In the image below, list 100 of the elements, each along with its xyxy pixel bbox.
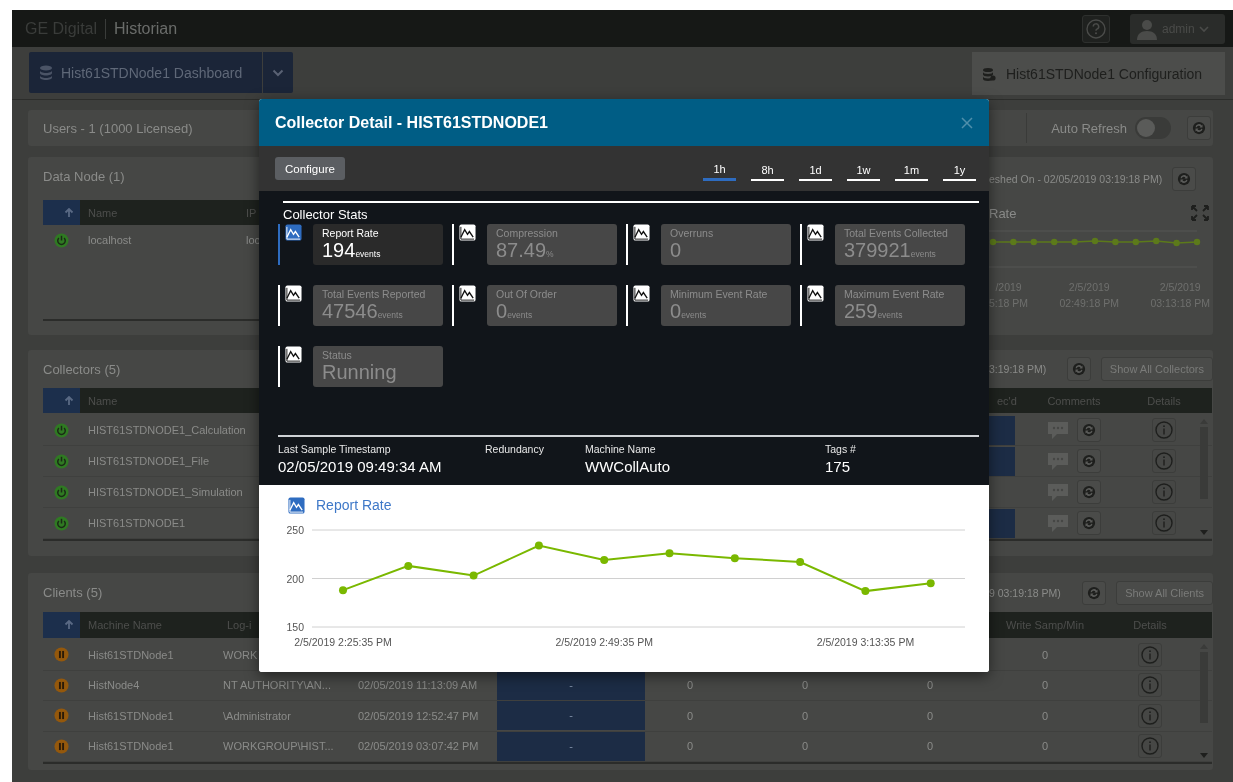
- pause-icon: [54, 738, 69, 754]
- chart-icon[interactable]: [285, 224, 302, 241]
- stat-card[interactable]: Total Events Collected 379921events: [835, 224, 965, 265]
- refresh-button[interactable]: [1077, 418, 1101, 442]
- table-cell-text: Hist61STDNode1: [87, 740, 174, 753]
- scrollbar[interactable]: [1198, 644, 1210, 758]
- stat-card[interactable]: Report Rate 194events: [313, 224, 443, 265]
- time-range-tab[interactable]: 1h: [703, 156, 736, 181]
- chart-icon[interactable]: [807, 285, 824, 302]
- chart-icon[interactable]: [285, 285, 302, 302]
- axis-label: 2/5/2019 2:49:35 PM: [555, 636, 653, 648]
- chart-icon[interactable]: [459, 285, 476, 302]
- time-range-tab[interactable]: 1m: [895, 156, 928, 181]
- sort-button[interactable]: [43, 612, 80, 638]
- scroll-down-icon[interactable]: [1200, 530, 1208, 535]
- power-icon: [54, 422, 69, 438]
- chart-icon[interactable]: [807, 224, 824, 241]
- stat-card[interactable]: Out Of Order 0events: [487, 285, 617, 326]
- dialog-title: Collector Detail - HIST61STDNODE1: [275, 113, 548, 132]
- table-cell-text: localhost: [87, 234, 133, 246]
- point: [469, 571, 478, 580]
- stat-card[interactable]: Status Running: [313, 346, 443, 387]
- info-button[interactable]: [1152, 449, 1176, 473]
- stat-value: 0events: [670, 300, 708, 324]
- scroll-down-icon[interactable]: [1200, 753, 1208, 758]
- table-cell-text: NT AUTHORITY\AN...: [222, 679, 331, 692]
- refresh-button[interactable]: [1066, 357, 1091, 381]
- time-range-tab[interactable]: 1y: [943, 156, 976, 181]
- stat-value: 379921events: [844, 239, 937, 263]
- stat-label: Total Events Reported: [322, 288, 427, 300]
- info-button[interactable]: [1152, 480, 1176, 504]
- stat-value: 0events: [496, 300, 534, 324]
- info-icon: [1155, 452, 1173, 470]
- stat-value: 87.49%: [496, 239, 555, 263]
- stat-card[interactable]: Minimum Event Rate 0events: [661, 285, 791, 326]
- auto-refresh-toggle[interactable]: [1135, 117, 1171, 139]
- point: [339, 586, 347, 595]
- refresh-button[interactable]: [1172, 167, 1197, 191]
- scrollbar[interactable]: [1198, 419, 1210, 535]
- arrow-up-icon: [64, 620, 74, 630]
- panel-title: Users - 1 (1000 Licensed): [43, 120, 193, 136]
- table-cell-text: 02/05/2019 03:07:42 PM: [357, 740, 479, 753]
- info-button[interactable]: [1138, 673, 1162, 698]
- table-cell: 0: [1041, 648, 1049, 661]
- chart-icon[interactable]: [285, 346, 302, 363]
- info-icon: [1141, 706, 1159, 725]
- refresh-button[interactable]: [1077, 511, 1101, 535]
- chart-icon[interactable]: [633, 224, 650, 241]
- stat-card[interactable]: Maximum Event Rate 259events: [835, 285, 965, 326]
- dropdown-button[interactable]: [263, 52, 293, 93]
- dashboard-button[interactable]: Hist61STDNode1 Dashboard: [29, 52, 262, 93]
- stat-card[interactable]: Overruns 0: [661, 224, 791, 265]
- info-icon: [1141, 676, 1159, 695]
- table-cell: 0: [801, 740, 809, 753]
- axis-label: 2/5/2019 3:13:35 PM: [816, 636, 915, 648]
- database-icon: [982, 66, 996, 81]
- refresh-icon: [1087, 585, 1102, 600]
- chart-icon[interactable]: [633, 285, 650, 302]
- table-cell-text: HIST61STDNODE1_Calculation: [87, 424, 246, 436]
- point: [600, 556, 609, 565]
- field-value: 02/05/2019 09:49:34 AM: [278, 458, 443, 475]
- info-button[interactable]: [1152, 418, 1176, 442]
- arrow-up-icon: [64, 207, 74, 218]
- help-button[interactable]: [1082, 14, 1110, 43]
- time-range-tab[interactable]: 1w: [847, 156, 880, 181]
- sort-button[interactable]: [43, 388, 80, 413]
- info-button[interactable]: [1138, 703, 1162, 728]
- info-icon: [1155, 483, 1173, 501]
- chart-icon[interactable]: [459, 224, 476, 241]
- time-range-tab[interactable]: 8h: [751, 156, 784, 181]
- refresh-button[interactable]: [1077, 449, 1101, 473]
- expand-icon[interactable]: [1190, 204, 1210, 222]
- table-cell: 0: [926, 679, 934, 692]
- point: [796, 558, 805, 567]
- refresh-icon: [1082, 454, 1096, 468]
- close-icon[interactable]: [961, 116, 973, 129]
- stat-card[interactable]: Total Events Reported 47546events: [313, 285, 443, 326]
- panel-title: Clients (5): [43, 585, 104, 600]
- help-icon: [1086, 18, 1106, 39]
- refresh-icon: [1082, 423, 1096, 437]
- sort-button[interactable]: [43, 200, 80, 225]
- stat-label: Status: [322, 349, 353, 361]
- table-cell: -: [497, 701, 645, 731]
- table-cell: 0: [686, 709, 694, 722]
- stat-card[interactable]: Compression 87.49%: [487, 224, 617, 265]
- user-icon: [1136, 17, 1158, 40]
- time-range-tab[interactable]: 1d: [799, 156, 832, 181]
- info-button[interactable]: [1138, 642, 1162, 667]
- configure-button[interactable]: Configure: [275, 157, 345, 180]
- refresh-button[interactable]: [1187, 116, 1211, 140]
- stat-value: Running: [322, 361, 398, 383]
- refresh-button[interactable]: [1082, 580, 1107, 605]
- info-button[interactable]: [1152, 511, 1176, 535]
- stat-label: Compression: [496, 227, 559, 239]
- refresh-button[interactable]: [1077, 480, 1101, 504]
- field-label: Last Sample Timestamp: [278, 443, 392, 455]
- table-cell: 0: [686, 679, 694, 692]
- info-button[interactable]: [1138, 734, 1162, 759]
- chart-title: Report Rate: [316, 497, 392, 513]
- stat-value: 47546events: [322, 300, 404, 324]
